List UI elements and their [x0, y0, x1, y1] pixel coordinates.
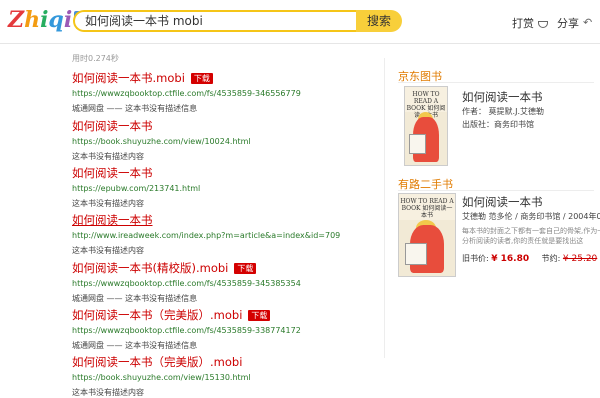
result-desc: 这本书没有描述内容: [72, 388, 144, 397]
section-divider: [398, 190, 594, 191]
result-title-link[interactable]: 如何阅读一本书: [72, 213, 340, 228]
result-title-link[interactable]: 如何阅读一本书(精校版).mobi 下载: [72, 261, 301, 276]
result-item: 如何阅读一本书（完美版）.mobi 下载 https://wwwzqbookto…: [72, 308, 301, 351]
result-url[interactable]: https://book.shuyuzhe.com/view/10024.htm…: [72, 136, 251, 147]
logo-letter-1: Z: [8, 7, 25, 33]
result-desc: 城通网盘 —— 这本书没有描述信息: [72, 104, 198, 113]
used-book-title[interactable]: 如何阅读一本书: [462, 194, 543, 210]
result-desc: 这本书没有描述内容: [72, 199, 144, 208]
result-desc: 城通网盘 —— 这本书没有描述信息: [72, 294, 198, 303]
result-title: 如何阅读一本书: [72, 166, 153, 180]
reward-link[interactable]: 打赏: [512, 15, 548, 31]
result-title: 如何阅读一本书（完美版）.mobi: [72, 355, 243, 369]
result-title-link[interactable]: 如何阅读一本书: [72, 119, 251, 134]
result-item: 如何阅读一本书 https://book.shuyuzhe.com/view/1…: [72, 119, 251, 162]
used-book-desc-line2: 分析阅读的读者,你的责任就是要找出这: [462, 237, 584, 245]
jd-book-publisher: 出版社：商务印书馆: [462, 120, 534, 129]
result-url[interactable]: https://wwwzqbooktop.ctfile.com/fs/45358…: [72, 278, 301, 289]
result-url[interactable]: https://book.shuyuzhe.com/view/15130.htm…: [72, 372, 251, 383]
cover-title-text: HOW TO READ A BOOK 如何阅读一本书: [400, 198, 454, 219]
used-price: ¥ 16.80: [491, 254, 530, 264]
result-item: 如何阅读一本书 http://www.ireadweek.com/index.p…: [72, 213, 340, 256]
logo-letter-2: h: [24, 7, 41, 33]
used-book-cover[interactable]: HOW TO READ A BOOK 如何阅读一本书: [398, 193, 456, 277]
download-badge[interactable]: 下载: [248, 310, 271, 321]
result-desc: 这本书没有描述内容: [72, 246, 144, 255]
result-url[interactable]: https://wwwzqbooktop.ctfile.com/fs/45358…: [72, 88, 301, 99]
search-button[interactable]: 搜索: [356, 10, 402, 32]
result-title-link[interactable]: 如何阅读一本书.mobi 下载: [72, 71, 301, 86]
logo-letter-4: q: [48, 7, 64, 33]
result-title: 如何阅读一本书: [72, 213, 153, 227]
result-desc: 城通网盘 —— 这本书没有描述信息: [72, 341, 198, 350]
result-title: 如何阅读一本书(精校版).mobi: [72, 261, 229, 275]
jd-book-title[interactable]: 如何阅读一本书: [462, 89, 543, 105]
used-price-label: 旧书价:: [462, 254, 492, 263]
search-input[interactable]: 如何阅读一本书 mobi: [73, 10, 359, 32]
saving-label: 节约:: [541, 254, 563, 263]
result-item: 如何阅读一本书 https://epubw.com/213741.html 这本…: [72, 166, 200, 209]
share-label: 分享: [557, 17, 579, 30]
result-url[interactable]: https://epubw.com/213741.html: [72, 183, 200, 194]
sidebar-divider: [384, 58, 385, 358]
result-item: 如何阅读一本书.mobi 下载 https://wwwzqbooktop.ctf…: [72, 71, 301, 114]
jd-book-cover[interactable]: HOW TO READ A BOOK 如何阅读一本书: [404, 86, 448, 166]
download-badge[interactable]: 下载: [234, 263, 257, 274]
download-badge[interactable]: 下载: [190, 73, 213, 84]
share-link[interactable]: 分享 ↶: [557, 15, 595, 31]
result-item: 如何阅读一本书(精校版).mobi 下载 https://wwwzqbookto…: [72, 261, 301, 304]
share-icon: ↶: [583, 16, 593, 29]
result-url[interactable]: https://wwwzqbooktop.ctfile.com/fs/45358…: [72, 325, 301, 336]
result-title: 如何阅读一本书.mobi: [72, 71, 185, 85]
section-divider: [398, 82, 594, 83]
reward-label: 打赏: [512, 17, 534, 30]
logo-letter-3: i: [40, 7, 49, 33]
result-desc: 这本书没有描述内容: [72, 152, 144, 161]
result-url[interactable]: http://www.ireadweek.com/index.php?m=art…: [72, 230, 340, 241]
result-title-link[interactable]: 如何阅读一本书: [72, 166, 200, 181]
result-title-link[interactable]: 如何阅读一本书（完美版）.mobi 下载: [72, 308, 301, 323]
result-title-link[interactable]: 如何阅读一本书（完美版）.mobi: [72, 355, 251, 370]
cup-icon: [538, 20, 548, 28]
result-item: 如何阅读一本书（完美版）.mobi https://book.shuyuzhe.…: [72, 355, 251, 398]
result-title: 如何阅读一本书: [72, 119, 153, 133]
original-price: ¥ 25.20: [562, 254, 598, 264]
logo-letter-5: i: [63, 7, 73, 33]
used-book-price-row: 旧书价: ¥ 16.80 节约: ¥ 25.20: [462, 253, 597, 264]
result-title: 如何阅读一本书（完美版）.mobi: [72, 308, 243, 322]
search-time: 用时0.274秒: [72, 54, 119, 63]
top-header: Z h i q i 如何阅读一本书 mobi 搜索 打赏 分享 ↶: [0, 0, 600, 44]
jd-book-author: 作者： 莫提默.J.艾德勒: [462, 107, 544, 116]
used-book-meta: 艾德勒 范多伦 / 商务印书馆 / 2004年01月 / 3: [462, 212, 600, 221]
